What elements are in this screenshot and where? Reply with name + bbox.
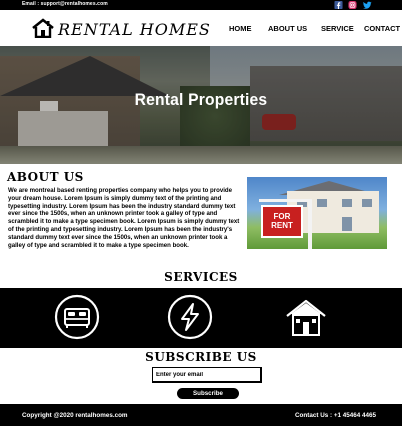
email-input[interactable] <box>152 367 262 383</box>
about-text: We are montreal based renting properties… <box>8 187 240 249</box>
services-heading: SERVICES <box>164 270 238 284</box>
brand-name[interactable]: RENTAL HOMES <box>58 20 211 39</box>
hero-banner: Rental Properties <box>0 46 402 164</box>
nav-about-us[interactable]: ABOUT US <box>268 24 307 33</box>
subscribe-button[interactable]: Subscribe <box>177 388 239 399</box>
support-email[interactable]: Email : support@rentalhomes.com <box>22 1 108 7</box>
subscribe-heading: SUBSCRIBE US <box>145 350 257 364</box>
facebook-icon[interactable] <box>334 0 343 10</box>
nav-home[interactable]: HOME <box>229 24 252 33</box>
twitter-icon[interactable] <box>363 0 372 10</box>
footer: Copyright @2020 rentalhomes.com Contact … <box>0 404 402 426</box>
hero-title: Rental Properties <box>134 90 268 109</box>
house-icon[interactable] <box>283 294 329 340</box>
footer-contact[interactable]: Contact Us : +1 45464 4465 <box>295 412 376 419</box>
bed-icon[interactable] <box>54 294 100 340</box>
lightning-icon[interactable] <box>167 294 213 340</box>
services-band <box>0 288 402 348</box>
nav-contact[interactable]: CONTACT <box>364 24 400 33</box>
main-nav: RENTAL HOMES HOME ABOUT US SERVICE CONTA… <box>0 10 402 46</box>
for-rent-sign: FOR RENT <box>261 205 303 238</box>
instagram-icon[interactable] <box>348 0 357 10</box>
top-bar: Email : support@rentalhomes.com <box>0 0 402 10</box>
home-logo-icon[interactable] <box>31 18 55 38</box>
about-heading: ABOUT US <box>7 170 84 184</box>
footer-copyright: Copyright @2020 rentalhomes.com <box>22 412 128 419</box>
nav-service[interactable]: SERVICE <box>321 24 354 33</box>
for-rent-image: FOR RENT <box>247 177 387 249</box>
